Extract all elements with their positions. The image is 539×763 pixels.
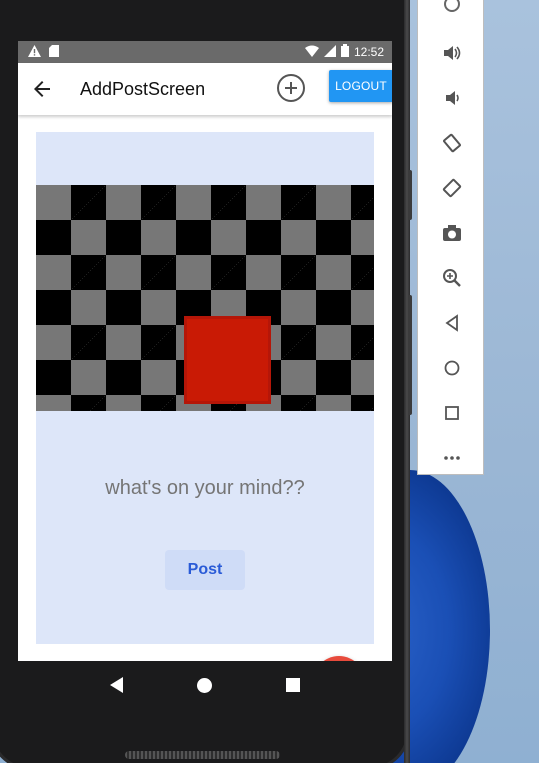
sim-card-icon bbox=[49, 45, 59, 60]
rotate-left-icon[interactable] bbox=[418, 123, 485, 163]
volume-button[interactable] bbox=[408, 170, 412, 220]
nav-home-icon[interactable] bbox=[197, 677, 212, 693]
nav-recents-icon[interactable] bbox=[286, 678, 300, 692]
arrow-back-icon[interactable] bbox=[30, 77, 54, 101]
speaker-grill bbox=[125, 751, 280, 759]
add-post-card: Post + bbox=[36, 132, 374, 661]
add-circle-icon[interactable] bbox=[277, 74, 305, 102]
app-bar: AddPostScreen LOGOUT bbox=[18, 63, 392, 115]
warning-icon bbox=[28, 45, 41, 60]
zoom-icon[interactable] bbox=[418, 258, 485, 298]
nav-back-icon[interactable] bbox=[110, 677, 123, 693]
post-text-input[interactable] bbox=[36, 477, 374, 500]
battery-icon bbox=[340, 44, 349, 60]
page-title: AddPostScreen bbox=[80, 79, 206, 99]
logout-button[interactable]: LOGOUT bbox=[329, 70, 392, 102]
volume-down-icon[interactable] bbox=[418, 78, 485, 118]
status-time: 12:52 bbox=[353, 45, 384, 59]
status-bar: 12:52 bbox=[18, 41, 392, 63]
signal-icon bbox=[323, 44, 336, 60]
volume-up-icon[interactable] bbox=[418, 33, 485, 73]
post-button[interactable]: Post bbox=[165, 550, 245, 590]
more-icon[interactable] bbox=[418, 438, 485, 478]
power-button[interactable] bbox=[408, 295, 412, 415]
overview-square-icon[interactable] bbox=[418, 393, 485, 433]
home-circle-icon[interactable] bbox=[418, 348, 485, 388]
image-overlay-square bbox=[184, 316, 271, 404]
emulator-toolbar bbox=[417, 0, 484, 475]
wifi-icon bbox=[304, 45, 319, 60]
system-nav-bar bbox=[18, 661, 392, 709]
camera-icon[interactable] bbox=[418, 213, 485, 253]
power-icon[interactable] bbox=[418, 0, 485, 26]
back-triangle-icon[interactable] bbox=[418, 303, 485, 343]
device-screen: 12:52 AddPostScreen LOGOUT Post + bbox=[18, 41, 392, 661]
rotate-right-icon[interactable] bbox=[418, 168, 485, 208]
